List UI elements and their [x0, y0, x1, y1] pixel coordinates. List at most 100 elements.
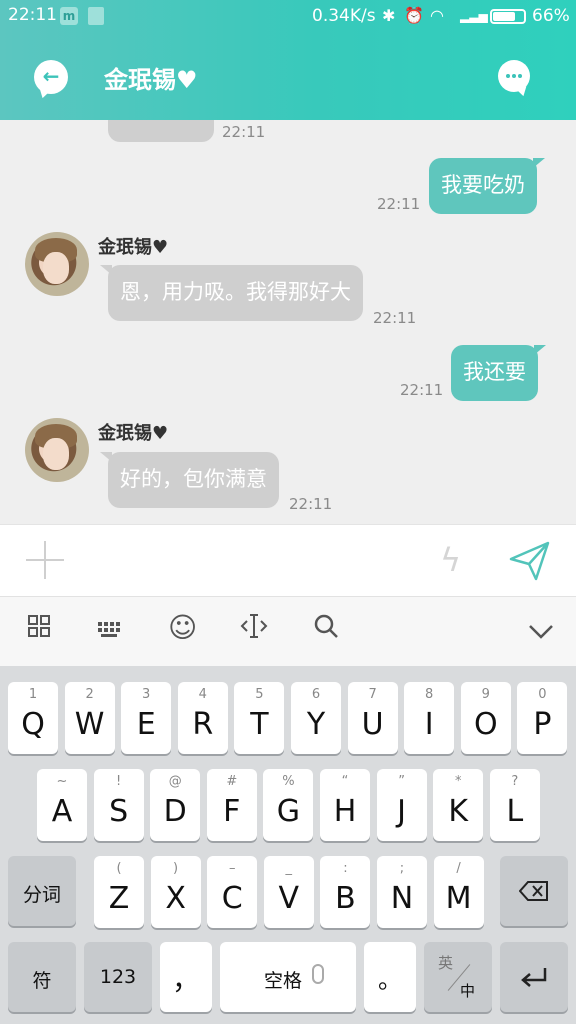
key-x[interactable]: ) X	[150, 856, 201, 928]
alarm-icon: ⏰	[404, 6, 424, 25]
key-t[interactable]: 5T	[234, 682, 285, 754]
key-m[interactable]: / M	[433, 856, 484, 928]
key-j[interactable]: ” J	[376, 769, 427, 841]
key-label: Y	[306, 707, 326, 742]
key-secondary-label: “	[341, 774, 349, 789]
backspace-key[interactable]	[500, 856, 568, 926]
message-time: 22:11	[373, 309, 417, 327]
grid-menu-icon[interactable]	[28, 615, 50, 643]
key-secondary-label: 2	[85, 687, 94, 702]
key-d[interactable]: @ D	[150, 769, 201, 841]
key-p[interactable]: 0P	[517, 682, 568, 754]
key-e[interactable]: 3E	[121, 682, 172, 754]
key-label: F	[223, 794, 241, 829]
key-label: O	[473, 707, 498, 742]
keyboard-toolbar: ☺	[0, 596, 576, 666]
key-u[interactable]: 7U	[347, 682, 398, 754]
language-switch-key[interactable]: 英 中	[424, 942, 492, 1012]
key-l[interactable]: ? L	[489, 769, 540, 841]
key-secondary-label: –	[228, 861, 236, 876]
key-secondary-label: 1	[28, 687, 38, 702]
sender-name: 金珉锡♥	[98, 237, 169, 258]
key-a[interactable]: ~ A	[37, 769, 87, 841]
message-list[interactable]: 22:11 我要吃奶 22:11 金珉锡♥ 恩，用力吸。我得那好大 22:11 …	[0, 120, 576, 524]
key-secondary-label: @	[168, 774, 182, 789]
period-key[interactable]: 。	[364, 942, 416, 1012]
symbols-key[interactable]: 符	[8, 942, 76, 1012]
key-secondary-label: ~	[56, 774, 68, 789]
key-b[interactable]: :B	[320, 856, 371, 928]
sender-name: 金珉锡♥	[98, 423, 169, 444]
key-label: K	[448, 794, 469, 829]
back-button[interactable]: ←	[34, 60, 68, 94]
key-r[interactable]: 4R	[177, 682, 228, 754]
app-header: 22:11 m 0.34K/s ✱ ⏰ ◠ ▂▃▅ 66% ← 金珉锡♥	[0, 0, 576, 120]
keyboard-layout-icon[interactable]	[98, 619, 122, 644]
status-bar: 22:11 m 0.34K/s ✱ ⏰ ◠ ▂▃▅ 66%	[0, 0, 576, 32]
cursor-move-icon[interactable]	[240, 613, 268, 645]
key-secondary-label: ?	[511, 774, 519, 789]
key-label: J	[397, 794, 407, 829]
emoji-icon[interactable]: ☺	[168, 611, 197, 644]
key-c[interactable]: – C	[207, 856, 258, 928]
key-label: W	[74, 707, 105, 742]
key-y[interactable]: 6Y	[291, 682, 341, 754]
contact-avatar[interactable]	[25, 232, 89, 296]
notification-icon-2	[88, 7, 104, 25]
key-h[interactable]: “H	[320, 769, 370, 841]
key-label: E	[136, 707, 156, 742]
key-v[interactable]: _ V	[263, 856, 314, 928]
key-label: S	[109, 794, 129, 829]
wifi-icon: ◠	[430, 6, 444, 25]
key-label: M	[445, 881, 472, 916]
numbers-key[interactable]: 123	[84, 942, 152, 1012]
message-bubble-incoming[interactable]: 好的，包你满意	[100, 452, 279, 508]
key-secondary-label: 6	[311, 687, 321, 702]
compose-bar: ϟ	[0, 524, 576, 596]
key-label: U	[361, 707, 384, 742]
more-options-button[interactable]	[498, 60, 530, 92]
key-n[interactable]: ; N	[377, 856, 427, 928]
key-secondary-label: 8	[425, 687, 434, 702]
message-time: 22:11	[377, 195, 421, 213]
key-label: V	[278, 881, 300, 916]
fenci-key[interactable]: 分词	[8, 856, 76, 926]
search-icon[interactable]	[313, 613, 339, 645]
send-button[interactable]	[508, 539, 552, 587]
key-o[interactable]: 9O	[460, 682, 511, 754]
comma-key[interactable]: ，	[160, 942, 212, 1012]
battery-icon	[490, 9, 526, 24]
message-time: 22:11	[289, 495, 333, 513]
key-k[interactable]: * K	[433, 769, 484, 841]
space-key[interactable]: 空格	[220, 942, 356, 1012]
key-q[interactable]: 1Q	[8, 682, 58, 754]
status-time: 22:11	[8, 5, 57, 25]
message-time: 22:11	[400, 381, 444, 399]
key-secondary-label: _	[285, 861, 293, 876]
more-dots-icon	[505, 73, 523, 79]
add-attachment-button[interactable]	[26, 541, 64, 579]
message-bubble-incoming[interactable]: 恩，用力吸。我得那好大	[100, 265, 363, 321]
key-g[interactable]: % G	[263, 769, 314, 841]
key-secondary-label: 3	[142, 687, 151, 702]
key-i[interactable]: 8I	[404, 682, 455, 754]
key-w[interactable]: 2W	[64, 682, 115, 754]
message-bubble-incoming[interactable]	[108, 120, 214, 142]
key-f[interactable]: # F	[206, 769, 257, 841]
enter-key[interactable]	[500, 942, 568, 1012]
key-label: I	[424, 707, 434, 742]
key-secondary-label: !	[115, 774, 122, 789]
key-label: L	[506, 794, 524, 829]
key-label: B	[335, 881, 356, 916]
key-z[interactable]: (Z	[94, 856, 144, 928]
message-bubble-outgoing[interactable]: 我要吃奶	[429, 158, 545, 214]
key-secondary-label: 5	[255, 687, 264, 702]
message-bubble-outgoing[interactable]: 我还要	[451, 345, 546, 401]
key-secondary-label: %	[282, 774, 295, 789]
contact-avatar[interactable]	[25, 418, 89, 482]
lightning-icon[interactable]: ϟ	[440, 541, 461, 579]
chevron-down-icon[interactable]	[528, 621, 554, 646]
key-s[interactable]: ! S	[93, 769, 144, 841]
key-label: G	[276, 794, 301, 829]
key-label: Q	[21, 707, 45, 742]
